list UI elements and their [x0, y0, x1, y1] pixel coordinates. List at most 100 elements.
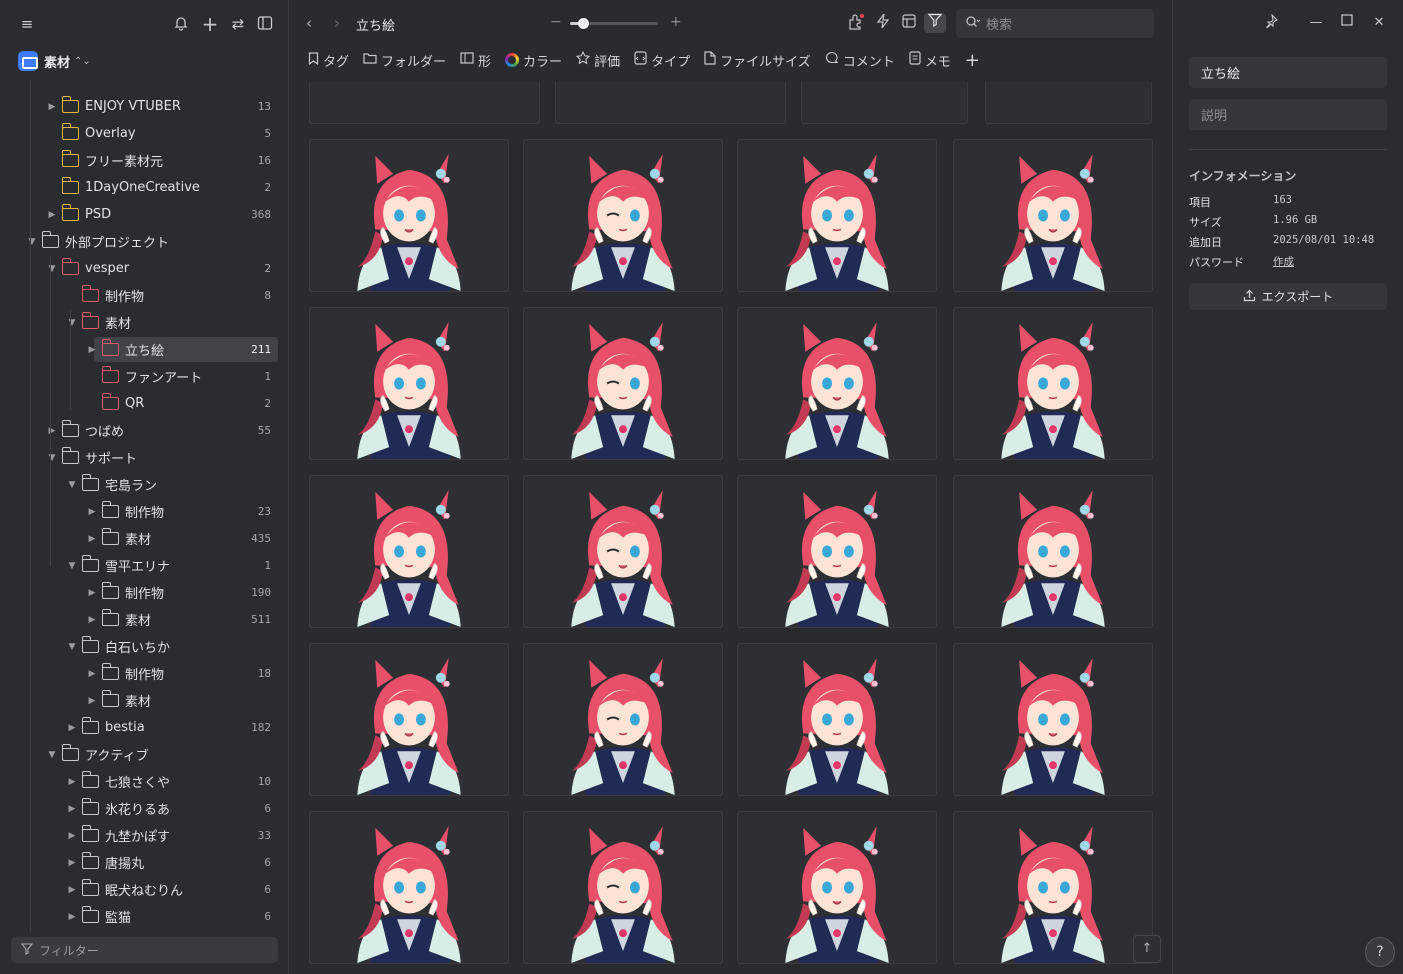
thumbnail-card[interactable]: [309, 82, 540, 124]
sidebar-folder-row[interactable]: フリー素材元 16: [0, 147, 289, 174]
thumbnail-card[interactable]: [985, 82, 1152, 124]
thumbnail-card[interactable]: [737, 307, 937, 460]
lightning-icon[interactable]: [873, 13, 893, 33]
filter-toggle-icon[interactable]: [924, 13, 946, 33]
sidebar-folder-row[interactable]: ▶ 素材 435: [0, 525, 289, 552]
sidebar-folder-row[interactable]: ▶ 制作物 18: [0, 660, 289, 687]
layout-icon[interactable]: [899, 13, 919, 33]
chevron-down-icon[interactable]: ▼: [46, 453, 58, 463]
thumbnail-card[interactable]: [523, 643, 723, 796]
pin-icon[interactable]: [1262, 13, 1280, 32]
filter-memo[interactable]: メモ: [909, 51, 951, 70]
zoom-in-icon[interactable]: +: [670, 14, 682, 30]
sidebar-folder-row[interactable]: ▼ 素材: [0, 309, 289, 336]
sidebar-folder-row[interactable]: ▼ アクティブ: [0, 741, 289, 768]
forward-icon[interactable]: ›: [334, 14, 340, 32]
sidebar-folder-row[interactable]: ▶ 制作物 190: [0, 579, 289, 606]
chevron-right-icon[interactable]: ▶: [86, 696, 98, 706]
search-input[interactable]: 検索: [956, 9, 1154, 38]
chevron-right-icon[interactable]: ▶: [86, 534, 98, 544]
zoom-track[interactable]: [570, 18, 658, 29]
chevron-right-icon[interactable]: ▶: [86, 615, 98, 625]
chevron-right-icon[interactable]: ▶: [66, 858, 78, 868]
minimize-icon[interactable]: —: [1307, 14, 1325, 32]
chevron-right-icon[interactable]: ▶: [66, 831, 78, 841]
thumbnail-card[interactable]: [309, 139, 509, 292]
chevron-down-icon[interactable]: ▼: [66, 561, 78, 571]
thumbnail-card[interactable]: [953, 475, 1153, 628]
thumbnail-card[interactable]: [523, 307, 723, 460]
sidebar-folder-row[interactable]: ▶ 氷花りるあ 6: [0, 795, 289, 822]
zoom-knob[interactable]: [578, 18, 590, 29]
thumbnail-card[interactable]: [953, 643, 1153, 796]
thumbnail-card[interactable]: [737, 139, 937, 292]
filter-star[interactable]: 評価: [575, 50, 620, 70]
sidebar-folder-row[interactable]: ▶ bestia 182: [0, 714, 289, 741]
filter-comment[interactable]: コメント: [825, 51, 895, 70]
folder-name-field[interactable]: 立ち絵: [1189, 57, 1387, 88]
sidebar-toggle-icon[interactable]: [256, 15, 274, 33]
filter-image[interactable]: 形: [460, 51, 491, 70]
sidebar-folder-row[interactable]: ▶ 眠犬ねむりん 6: [0, 876, 289, 903]
sidebar-folder-row[interactable]: ▼ サポート: [0, 444, 289, 471]
plugin-icon[interactable]: [846, 13, 866, 33]
thumbnail-card[interactable]: [737, 475, 937, 628]
filter-bookmark[interactable]: タグ: [308, 51, 349, 70]
thumbnail-card[interactable]: [737, 643, 937, 796]
thumbnail-card[interactable]: [555, 82, 786, 124]
maximize-icon[interactable]: [1338, 14, 1356, 32]
sidebar-folder-row[interactable]: ▼ 白石いちか: [0, 633, 289, 660]
thumbnail-card[interactable]: [737, 811, 937, 964]
thumbnail-card[interactable]: [953, 307, 1153, 460]
add-icon[interactable]: +: [201, 14, 219, 34]
folder-filter-input[interactable]: フィルター: [11, 937, 278, 963]
sidebar-folder-row[interactable]: 1DayOneCreative 2: [0, 174, 289, 201]
zoom-out-icon[interactable]: −: [550, 14, 562, 30]
chevron-down-icon[interactable]: ▼: [66, 318, 78, 328]
sidebar-folder-row[interactable]: ▶ ENJOY VTUBER 13: [0, 93, 289, 120]
sidebar-folder-row[interactable]: 制作物 8: [0, 282, 289, 309]
add-filter-icon[interactable]: +: [965, 50, 980, 71]
chevron-right-icon[interactable]: ▶: [66, 912, 78, 922]
sidebar-folder-row[interactable]: ▶ 素材: [0, 687, 289, 714]
sidebar-folder-row[interactable]: ▶ 監猫 6: [0, 903, 289, 930]
chevron-down-icon[interactable]: ▼: [66, 480, 78, 490]
sidebar-folder-row[interactable]: ▶ 立ち絵 211: [0, 336, 289, 363]
help-button[interactable]: ?: [1365, 937, 1395, 967]
thumbnail-card[interactable]: [953, 811, 1153, 964]
chevron-right-icon[interactable]: ▶: [46, 102, 58, 112]
description-field[interactable]: 説明: [1189, 99, 1387, 130]
thumbnail-card[interactable]: [801, 82, 968, 124]
create-password-link[interactable]: 作成: [1273, 254, 1294, 272]
sidebar-folder-row[interactable]: ▶ つばめ 55: [0, 417, 289, 444]
chevron-right-icon[interactable]: ▶: [66, 804, 78, 814]
chevron-right-icon[interactable]: ▶: [66, 885, 78, 895]
chevron-right-icon[interactable]: ▶: [46, 210, 58, 220]
sidebar-folder-row[interactable]: ▶ 九埜かぽす 33: [0, 822, 289, 849]
sidebar-folder-row[interactable]: ファンアート 1: [0, 363, 289, 390]
chevron-right-icon[interactable]: ▶: [66, 777, 78, 787]
sidebar-folder-row[interactable]: ▼ 外部プロジェクト: [0, 228, 289, 255]
export-button[interactable]: エクスポート: [1189, 283, 1387, 310]
thumbnail-card[interactable]: [523, 811, 723, 964]
sidebar-folder-row[interactable]: ▼ 雪平エリナ 1: [0, 552, 289, 579]
close-icon[interactable]: ✕: [1370, 14, 1388, 32]
chevron-down-icon[interactable]: ▼: [46, 750, 58, 760]
sidebar-folder-row[interactable]: QR 2: [0, 390, 289, 417]
thumbnail-card[interactable]: [309, 643, 509, 796]
thumbnail-card[interactable]: [309, 811, 509, 964]
chevron-right-icon[interactable]: ▶: [86, 507, 98, 517]
filter-folder[interactable]: フォルダー: [363, 51, 446, 70]
chevron-right-icon[interactable]: ▶: [86, 588, 98, 598]
thumbnail-card[interactable]: [309, 307, 509, 460]
sidebar-folder-row[interactable]: ▶ PSD 368: [0, 201, 289, 228]
chevron-right-icon[interactable]: ▶: [46, 426, 58, 436]
filter-file[interactable]: ファイルサイズ: [704, 51, 811, 70]
library-switcher[interactable]: 素材 ⌃⌄: [18, 50, 91, 72]
sidebar-folder-row[interactable]: ▶ 素材 511: [0, 606, 289, 633]
sidebar-folder-row[interactable]: ▼ 宅島ラン: [0, 471, 289, 498]
sidebar-folder-row[interactable]: ▶ 七狼さくや 10: [0, 768, 289, 795]
filter-color-wheel[interactable]: カラー: [505, 51, 562, 70]
back-icon[interactable]: ‹: [306, 14, 312, 32]
sidebar-folder-row[interactable]: ▶ 唐揚丸 6: [0, 849, 289, 876]
